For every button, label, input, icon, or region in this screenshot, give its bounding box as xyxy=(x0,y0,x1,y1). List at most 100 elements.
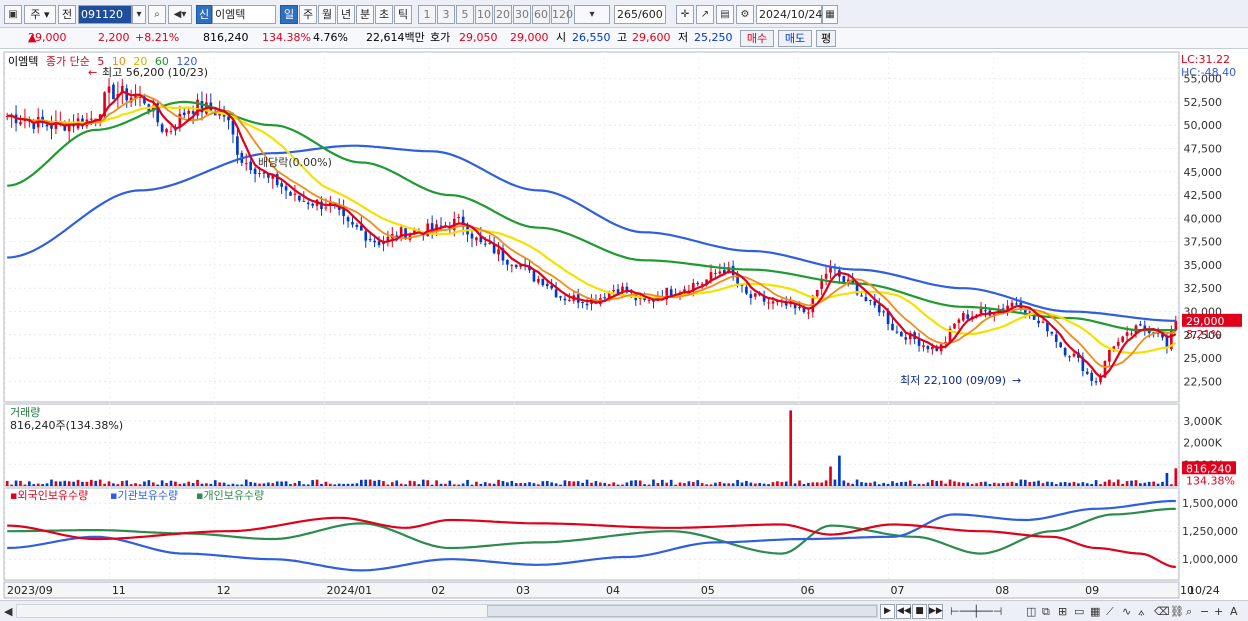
avg-button[interactable]: 평 xyxy=(816,30,836,47)
interval-dropdown[interactable]: ▾ xyxy=(574,5,610,24)
text-icon[interactable]: A xyxy=(1230,604,1238,619)
save-icon[interactable]: ▤ xyxy=(716,5,734,24)
market-select[interactable]: 주 ▾ xyxy=(24,5,56,24)
interval-tab-120[interactable]: 120 xyxy=(551,5,573,24)
inst-legend: ▪기관보유수량 xyxy=(110,489,178,502)
search-icon[interactable]: ⌕ xyxy=(148,5,166,24)
high-label: 고 xyxy=(617,31,628,44)
layout-icon[interactable]: ◫ xyxy=(1026,604,1036,619)
buy-button[interactable]: 매수 xyxy=(740,30,774,47)
volume-bar xyxy=(1015,482,1018,486)
stock-name-field[interactable]: 이엠텍 xyxy=(212,5,276,24)
volume-bar xyxy=(413,481,416,486)
candle-body xyxy=(475,237,478,241)
sell-button[interactable]: 매도 xyxy=(778,30,812,47)
volume-bar xyxy=(156,484,160,486)
price-tick: 47,500 xyxy=(1184,142,1223,155)
volume-bar xyxy=(1072,481,1076,486)
interval-tab-1[interactable]: 1 xyxy=(418,5,436,24)
interval-tab-60[interactable]: 60 xyxy=(532,5,550,24)
trend-icon[interactable]: ⟋ xyxy=(1106,604,1114,619)
volume-bar xyxy=(904,481,908,486)
volume-bar xyxy=(160,480,164,486)
code-input[interactable]: 091120 xyxy=(78,5,132,24)
candle-body xyxy=(753,293,757,297)
volume-bar xyxy=(873,481,877,486)
candle-body xyxy=(377,241,381,246)
interval-tab-3[interactable]: 3 xyxy=(437,5,455,24)
legend-ma20: 20 xyxy=(133,55,148,68)
copy-icon[interactable]: ⧉ xyxy=(1042,604,1050,619)
volume-bar xyxy=(240,484,244,486)
period-tab-0[interactable]: 일 xyxy=(280,5,298,24)
candle-body xyxy=(1028,311,1032,313)
rewind-icon[interactable]: ◀◀ xyxy=(896,604,911,619)
gear-icon[interactable]: ⚙ xyxy=(736,5,754,24)
link-icon[interactable]: ⛓ xyxy=(1170,604,1184,619)
wave-icon[interactable]: ∿ xyxy=(1122,604,1131,619)
prev-button[interactable]: 전 xyxy=(58,5,76,24)
interval-tab-10[interactable]: 10 xyxy=(475,5,493,24)
scroll-left-icon[interactable]: ◀ xyxy=(4,604,12,619)
window-icon[interactable]: ▣ xyxy=(4,5,22,24)
volume-bar xyxy=(448,480,452,486)
open-label: 시 xyxy=(556,31,567,44)
forward-icon[interactable]: ▶▶ xyxy=(928,604,943,619)
period-tab-1[interactable]: 주 xyxy=(299,5,317,24)
grid-icon[interactable]: ▦ xyxy=(1090,604,1100,619)
period-tab-3[interactable]: 년 xyxy=(337,5,355,24)
calendar-icon[interactable]: ▦ xyxy=(822,5,838,24)
volume-bar xyxy=(187,481,191,486)
chevron-down-icon[interactable]: ▾ xyxy=(132,5,146,24)
date-field[interactable]: 2024/10/24 xyxy=(756,5,822,24)
interval-tab-30[interactable]: 30 xyxy=(513,5,531,24)
fork-icon[interactable]: ⟑ xyxy=(1138,604,1145,619)
period-tab-5[interactable]: 초 xyxy=(375,5,393,24)
volume-bar xyxy=(997,483,1001,486)
interval-tab-20[interactable]: 20 xyxy=(494,5,512,24)
candle-body xyxy=(249,161,252,170)
volume-bar xyxy=(652,479,655,486)
window-icon-2[interactable]: ▭ xyxy=(1074,604,1084,619)
erase-icon[interactable]: ⌫ xyxy=(1154,604,1170,619)
crosshair-icon[interactable]: ✛ xyxy=(676,5,694,24)
stock-chart[interactable]: 55,000 52,500 50,000 47,500 45,000 42,500 40,0… xyxy=(0,50,1248,600)
zoom-slider[interactable]: ⊢──┼──⊣ xyxy=(950,604,1020,619)
scroll-right-icon[interactable]: ▶ xyxy=(880,604,895,619)
volume-bar xyxy=(497,479,500,486)
volume-bar xyxy=(745,480,748,486)
volume-bar xyxy=(452,484,456,486)
candle-body xyxy=(926,345,930,350)
draw-icon[interactable]: ↗ xyxy=(696,5,714,24)
horizontal-scrollbar[interactable] xyxy=(16,604,878,618)
volume-bar xyxy=(271,483,275,486)
interval-tab-5[interactable]: 5 xyxy=(456,5,474,24)
volume-bar xyxy=(634,480,638,486)
volume-bar xyxy=(1174,468,1178,486)
candle-body xyxy=(541,278,545,286)
zoom-out-icon[interactable]: − xyxy=(1200,604,1209,619)
volume-bar xyxy=(333,484,337,486)
volume-bar xyxy=(355,483,359,486)
split-icon[interactable]: ⊞ xyxy=(1058,604,1067,619)
new-badge: 신 xyxy=(196,5,212,24)
holding-tick: 1,000,000 xyxy=(1182,553,1238,566)
candle-body xyxy=(169,130,173,132)
date-tick: 08 xyxy=(995,584,1009,597)
volume-bar xyxy=(404,484,407,486)
count-field[interactable]: 265/600 xyxy=(614,5,666,24)
volume-bar xyxy=(1130,480,1133,486)
period-tab-2[interactable]: 월 xyxy=(318,5,336,24)
zoom-in-icon[interactable]: + xyxy=(1214,604,1223,619)
chart-canvas[interactable]: 55,00052,50050,00047,50045,00042,50040,0… xyxy=(0,50,1248,600)
stop-icon[interactable]: ■ xyxy=(912,604,927,619)
speaker-icon[interactable]: ◀▾ xyxy=(168,5,192,24)
period-tab-6[interactable]: 틱 xyxy=(394,5,412,24)
period-tab-4[interactable]: 분 xyxy=(356,5,374,24)
scroll-thumb[interactable] xyxy=(487,605,877,617)
volume-bar xyxy=(833,479,837,486)
date-tick: 09 xyxy=(1085,584,1099,597)
candle-body xyxy=(842,276,846,282)
candle-body xyxy=(669,289,673,296)
magnifier-icon[interactable]: ⌕ xyxy=(1186,604,1192,619)
